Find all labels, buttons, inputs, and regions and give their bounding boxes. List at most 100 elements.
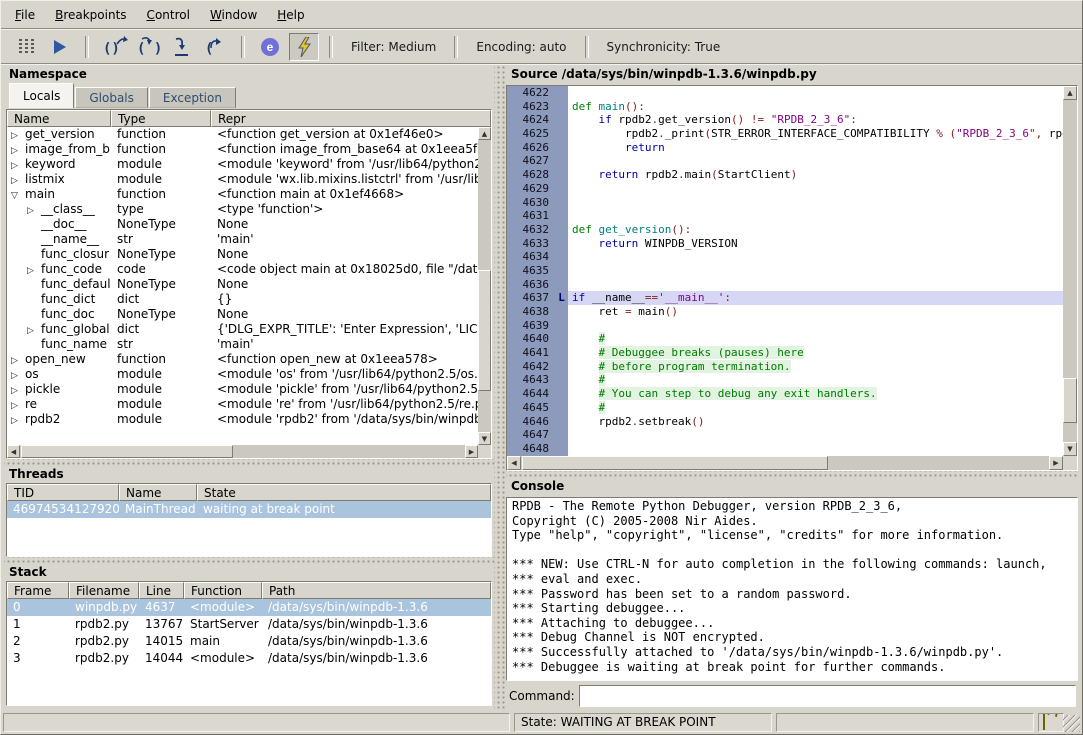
- source-line[interactable]: 4636: [507, 278, 1063, 292]
- menu-control[interactable]: Control: [137, 3, 200, 27]
- line-number[interactable]: 4637: [507, 291, 555, 305]
- column-header-repr[interactable]: Repr: [211, 110, 491, 127]
- column-header-type[interactable]: Type: [111, 110, 211, 127]
- goto-button[interactable]: [167, 33, 197, 61]
- expand-arrow-icon[interactable]: ▷: [11, 144, 25, 157]
- scroll-thumb[interactable]: [478, 270, 491, 391]
- namespace-row[interactable]: ▷rpdb2module<module 'rpdb2' from '/data/…: [7, 412, 478, 427]
- namespace-row[interactable]: func_namestr'main': [7, 337, 478, 352]
- namespace-row[interactable]: ▷func_globaldict{'DLG_EXPR_TITLE': 'Ente…: [7, 322, 478, 337]
- source-line[interactable]: 4644 # You can step to debug any exit ha…: [507, 387, 1063, 401]
- source-line[interactable]: 4624 if rpdb2.get_version() != "RPDB_2_3…: [507, 113, 1063, 127]
- stack-frame-row[interactable]: 2rpdb2.py14015main/data/sys/bin/winpdb-1…: [7, 633, 491, 650]
- namespace-row[interactable]: func_defaulNoneTypeNone: [7, 277, 478, 292]
- tab-globals[interactable]: Globals: [75, 87, 148, 108]
- namespace-row[interactable]: func_docNoneTypeNone: [7, 307, 478, 322]
- scroll-thumb[interactable]: [1063, 378, 1077, 422]
- scroll-thumb[interactable]: [21, 445, 233, 458]
- line-number[interactable]: 4628: [507, 168, 555, 182]
- source-line[interactable]: 4632def get_version():: [507, 223, 1063, 237]
- source-line[interactable]: 4647: [507, 428, 1063, 442]
- line-number[interactable]: 4642: [507, 360, 555, 374]
- next-button[interactable]: (): [99, 33, 129, 61]
- source-vertical-scrollbar[interactable]: ▲ ▼: [1063, 86, 1077, 456]
- scroll-thumb[interactable]: [522, 456, 828, 470]
- namespace-row[interactable]: ▷keywordmodule<module 'keyword' from '/u…: [7, 157, 478, 172]
- column-header-name[interactable]: Name: [119, 484, 197, 501]
- line-number[interactable]: 4624: [507, 113, 555, 127]
- source-line[interactable]: 4648: [507, 442, 1063, 456]
- line-number[interactable]: 4629: [507, 182, 555, 196]
- expand-arrow-icon[interactable]: ▷: [11, 174, 25, 187]
- source-horizontal-scrollbar[interactable]: ◀ ▶: [507, 456, 1063, 470]
- namespace-horizontal-scrollbar[interactable]: ◀ ▶: [7, 445, 478, 458]
- column-header-state[interactable]: State: [197, 484, 491, 501]
- stack-frame-row[interactable]: 3rpdb2.py14044<module>/data/sys/bin/winp…: [7, 650, 491, 667]
- resize-grip-icon[interactable]: [1063, 715, 1080, 732]
- line-number[interactable]: 4641: [507, 346, 555, 360]
- source-line[interactable]: 4646 rpdb2.setbreak(): [507, 415, 1063, 429]
- line-number[interactable]: 4639: [507, 319, 555, 333]
- exception-mode-button[interactable]: e: [255, 33, 285, 61]
- column-header-filename[interactable]: Filename: [69, 582, 139, 599]
- expand-arrow-icon[interactable]: ▷: [11, 399, 25, 412]
- line-number[interactable]: 4625: [507, 127, 555, 141]
- source-line[interactable]: 4631: [507, 209, 1063, 223]
- scroll-up-button[interactable]: ▲: [478, 127, 491, 140]
- source-line[interactable]: 4638 ret = main(): [507, 305, 1063, 319]
- source-line[interactable]: 4627: [507, 154, 1063, 168]
- source-editor[interactable]: 46224623def main():4624 if rpdb2.get_ver…: [506, 85, 1078, 471]
- line-number[interactable]: 4635: [507, 264, 555, 278]
- source-line[interactable]: 4639: [507, 319, 1063, 333]
- line-number[interactable]: 4646: [507, 415, 555, 429]
- namespace-row[interactable]: ▽mainfunction<function main at 0x1ef4668…: [7, 187, 478, 202]
- source-line[interactable]: 4622: [507, 86, 1063, 100]
- source-line[interactable]: 4625 rpdb2._print(STR_ERROR_INTERFACE_CO…: [507, 127, 1063, 141]
- column-header-path[interactable]: Path: [262, 582, 491, 599]
- expand-arrow-icon[interactable]: ▷: [27, 324, 41, 337]
- threads-stack-splitter[interactable]: [4, 557, 494, 565]
- expand-arrow-icon[interactable]: ▷: [27, 204, 41, 217]
- collapse-arrow-icon[interactable]: ▽: [11, 189, 25, 202]
- expand-arrow-icon[interactable]: ▷: [11, 129, 25, 142]
- line-number[interactable]: 4648: [507, 442, 555, 456]
- line-number[interactable]: 4638: [507, 305, 555, 319]
- step-into-button[interactable]: ( ): [133, 33, 163, 61]
- line-number[interactable]: 4643: [507, 373, 555, 387]
- scroll-up-button[interactable]: ▲: [1063, 86, 1077, 100]
- namespace-row[interactable]: ▷osmodule<module 'os' from '/usr/lib64/p…: [7, 367, 478, 382]
- expand-arrow-icon[interactable]: ▷: [11, 159, 25, 172]
- namespace-row[interactable]: ▷get_versionfunction<function get_versio…: [7, 127, 478, 142]
- menu-help[interactable]: Help: [267, 3, 314, 27]
- namespace-vertical-scrollbar[interactable]: ▲ ▼: [478, 127, 491, 445]
- line-number[interactable]: 4634: [507, 250, 555, 264]
- source-line[interactable]: 4635: [507, 264, 1063, 278]
- line-number[interactable]: 4632: [507, 223, 555, 237]
- column-header-function[interactable]: Function: [184, 582, 262, 599]
- line-number[interactable]: 4623: [507, 100, 555, 114]
- line-number[interactable]: 4626: [507, 141, 555, 155]
- source-line[interactable]: 4623def main():: [507, 100, 1063, 114]
- source-line[interactable]: 4641 # Debuggee breaks (pauses) here: [507, 346, 1063, 360]
- menu-breakpoints[interactable]: Breakpoints: [45, 3, 136, 27]
- synchronicity-toggle-button[interactable]: [289, 33, 319, 61]
- line-number[interactable]: 4647: [507, 428, 555, 442]
- scroll-left-button[interactable]: ◀: [507, 456, 521, 470]
- namespace-row[interactable]: __doc__NoneTypeNone: [7, 217, 478, 232]
- source-line[interactable]: 4628 return rpdb2.main(StartClient): [507, 168, 1063, 182]
- expand-arrow-icon[interactable]: ▷: [11, 384, 25, 397]
- column-header-frame[interactable]: Frame: [7, 582, 69, 599]
- namespace-row[interactable]: ▷__class__type<type 'function'>: [7, 202, 478, 217]
- line-number[interactable]: 4636: [507, 278, 555, 292]
- scroll-right-button[interactable]: ▶: [465, 445, 478, 458]
- break-button[interactable]: [11, 33, 41, 61]
- column-header-line[interactable]: Line: [139, 582, 184, 599]
- go-button[interactable]: [45, 33, 75, 61]
- source-line[interactable]: 4640 #: [507, 332, 1063, 346]
- namespace-row[interactable]: ▷picklemodule<module 'pickle' from '/usr…: [7, 382, 478, 397]
- line-number[interactable]: 4627: [507, 154, 555, 168]
- line-number[interactable]: 4633: [507, 237, 555, 251]
- source-line[interactable]: 4633 return WINPDB_VERSION: [507, 237, 1063, 251]
- source-line[interactable]: 4634: [507, 250, 1063, 264]
- tab-locals[interactable]: Locals: [9, 83, 74, 108]
